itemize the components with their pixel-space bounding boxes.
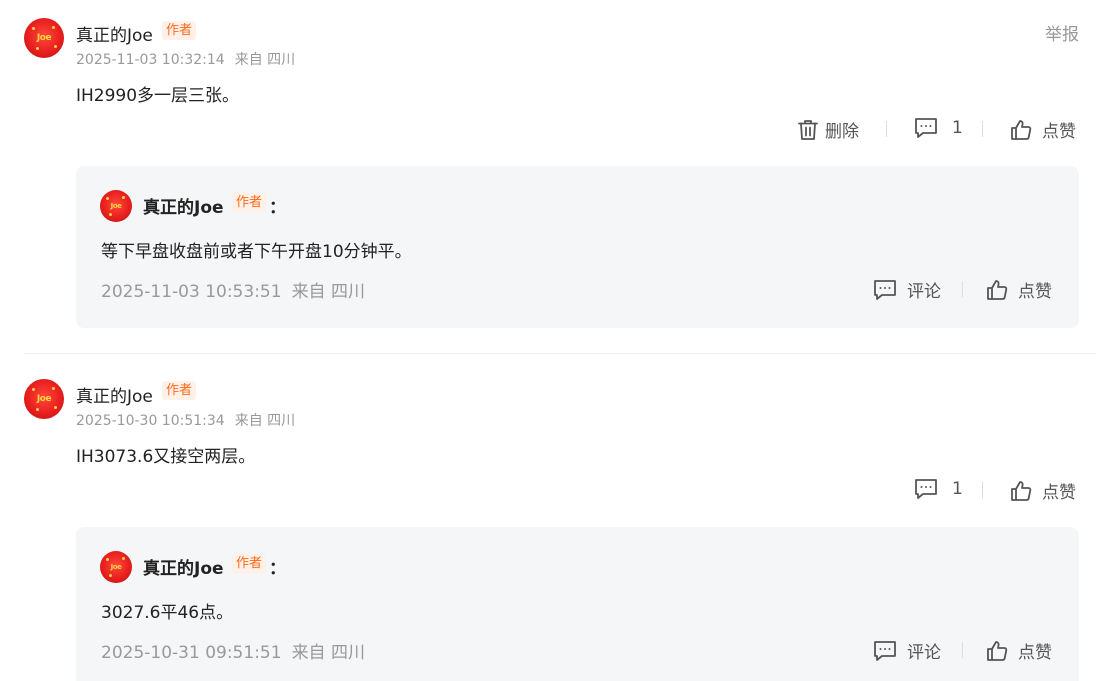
reply-colon: ： bbox=[269, 559, 286, 579]
reply-content: 等下早盘收盘前或者下午开盘10分钟平。 bbox=[101, 242, 412, 262]
like-label: 点赞 bbox=[1042, 122, 1076, 142]
comment-location: 来自 四川 bbox=[234, 413, 296, 429]
reply-count: 1 bbox=[952, 118, 963, 138]
reply-author-name[interactable]: 真正的Joe bbox=[143, 193, 224, 218]
author-name[interactable]: 真正的Joe bbox=[76, 21, 153, 46]
reply-count-button[interactable]: 1 bbox=[914, 117, 963, 139]
like-label: 点赞 bbox=[1042, 483, 1076, 503]
reply-time: 2025-11-03 10:53:51 bbox=[101, 282, 282, 302]
reply-like-button[interactable]: 点赞 bbox=[986, 277, 1052, 302]
reply-author-badge: 作者 bbox=[232, 193, 267, 212]
reply-avatar[interactable]: Joe bbox=[100, 190, 132, 222]
reply-content: 3027.6平46点。 bbox=[101, 603, 234, 623]
reply-meta: 2025-10-31 09:51:51 来自 四川 bbox=[101, 638, 365, 663]
action-divider bbox=[962, 281, 963, 297]
comment-item: Joe 真正的Joe 作者 2025-10-30 10:51:34 来自 四川 I… bbox=[0, 361, 1102, 681]
comment-icon bbox=[914, 478, 938, 500]
reply-avatar[interactable]: Joe bbox=[100, 551, 132, 583]
delete-button[interactable]: 删除 bbox=[797, 117, 859, 142]
comment-icon bbox=[914, 117, 938, 139]
action-divider bbox=[982, 121, 983, 137]
author-badge: 作者 bbox=[162, 381, 197, 400]
reply-meta: 2025-11-03 10:53:51 来自 四川 bbox=[101, 277, 365, 302]
reply-box: Joe 真正的Joe 作者 ： 3027.6平46点。 2025-10-31 0… bbox=[76, 527, 1079, 681]
thumbs-up-icon bbox=[1010, 480, 1032, 502]
thumbs-up-icon bbox=[986, 640, 1008, 662]
comment-list: Joe 真正的Joe 作者 2025-11-03 10:32:14 来自 四川 举… bbox=[0, 0, 1102, 681]
avatar-label: Joe bbox=[36, 33, 52, 43]
avatar-label: Joe bbox=[110, 563, 122, 571]
author-name[interactable]: 真正的Joe bbox=[76, 382, 153, 407]
comment-content: IH2990多一层三张。 bbox=[76, 86, 240, 106]
action-divider bbox=[962, 642, 963, 658]
comment-time: 2025-10-30 10:51:34 bbox=[76, 413, 225, 429]
comment-label: 评论 bbox=[907, 282, 941, 302]
avatar-label: Joe bbox=[36, 394, 52, 404]
like-button[interactable]: 点赞 bbox=[1010, 117, 1076, 142]
like-label: 点赞 bbox=[1018, 282, 1052, 302]
comment-meta: 2025-11-03 10:32:14 来自 四川 bbox=[76, 49, 295, 69]
reply-author-badge: 作者 bbox=[232, 554, 267, 573]
comment-content: IH3073.6又接空两层。 bbox=[76, 447, 256, 467]
reply-author-name[interactable]: 真正的Joe bbox=[143, 554, 224, 579]
comment-label: 评论 bbox=[907, 643, 941, 663]
avatar[interactable]: Joe bbox=[24, 18, 64, 58]
reply-box: Joe 真正的Joe 作者 ： 等下早盘收盘前或者下午开盘10分钟平。 2025… bbox=[76, 166, 1079, 328]
delete-label: 删除 bbox=[825, 122, 859, 142]
like-button[interactable]: 点赞 bbox=[1010, 478, 1076, 503]
comment-time: 2025-11-03 10:32:14 bbox=[76, 52, 225, 68]
comment-divider bbox=[24, 353, 1096, 354]
reply-count: 1 bbox=[952, 479, 963, 499]
reply-count-button[interactable]: 1 bbox=[914, 478, 963, 500]
comment-location: 来自 四川 bbox=[234, 52, 296, 68]
comment-icon bbox=[873, 279, 897, 301]
avatar[interactable]: Joe bbox=[24, 379, 64, 419]
reply-location: 来自 四川 bbox=[291, 643, 365, 663]
reply-like-button[interactable]: 点赞 bbox=[986, 638, 1052, 663]
action-divider bbox=[982, 482, 983, 498]
thumbs-up-icon bbox=[1010, 119, 1032, 141]
comment-icon bbox=[873, 640, 897, 662]
author-badge: 作者 bbox=[162, 21, 197, 40]
report-button[interactable]: 举报 bbox=[1045, 20, 1079, 45]
avatar-label: Joe bbox=[110, 202, 122, 210]
comment-meta: 2025-10-30 10:51:34 来自 四川 bbox=[76, 410, 295, 430]
reply-comment-button[interactable]: 评论 bbox=[873, 277, 941, 302]
reply-location: 来自 四川 bbox=[291, 282, 365, 302]
reply-colon: ： bbox=[269, 198, 286, 218]
action-divider bbox=[886, 121, 887, 137]
comment-item: Joe 真正的Joe 作者 2025-11-03 10:32:14 来自 四川 举… bbox=[0, 0, 1102, 340]
thumbs-up-icon bbox=[986, 279, 1008, 301]
like-label: 点赞 bbox=[1018, 643, 1052, 663]
reply-comment-button[interactable]: 评论 bbox=[873, 638, 941, 663]
reply-time: 2025-10-31 09:51:51 bbox=[101, 643, 282, 663]
trash-icon bbox=[797, 119, 819, 141]
